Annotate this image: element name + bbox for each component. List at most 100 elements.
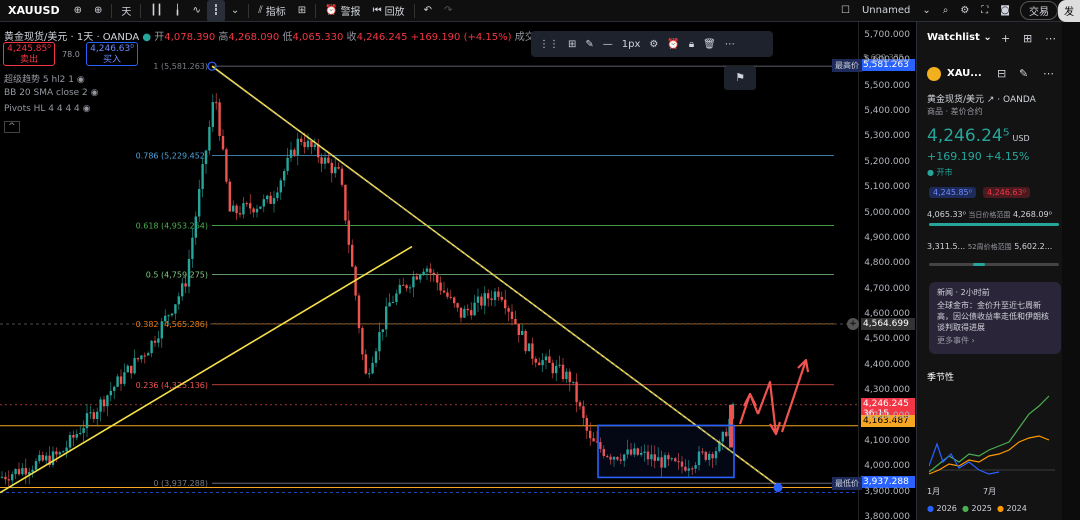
settings-icon[interactable]: ⚙ — [954, 0, 975, 22]
seasonal-series-line — [929, 395, 1050, 473]
divider — [248, 3, 250, 18]
candle-body — [177, 296, 180, 305]
add-symbol-icon[interactable]: ⊕ — [88, 0, 108, 22]
collapse-legend-button[interactable]: ^ — [4, 121, 20, 133]
more-icon[interactable]: ⋯ — [725, 39, 735, 50]
price-tick-label: 4,500.000 — [864, 334, 910, 345]
eye-icon[interactable]: ◉ — [77, 75, 85, 85]
news-more-link[interactable]: 更多事件 › — [937, 335, 1053, 346]
symbol-search[interactable]: XAUUSD — [0, 4, 68, 17]
candle-body — [429, 268, 432, 273]
price-tick-label: 4,300.000 — [864, 385, 910, 396]
watchlist-header[interactable]: Watchlist ⌄ — [927, 32, 992, 43]
candle-body — [130, 365, 133, 374]
candle-body — [170, 313, 174, 316]
fib-level-label: 0.786 (5,229.452) — [136, 151, 208, 160]
candle-body — [286, 157, 289, 171]
watchlist-title: Watchlist — [927, 32, 980, 43]
redo-icon[interactable]: ↷ — [438, 0, 458, 22]
chevron-down-icon[interactable]: ⌄ — [225, 0, 245, 22]
candle-body — [558, 364, 561, 366]
candle-body — [337, 167, 340, 169]
gold-logo-icon — [927, 67, 941, 81]
candle-body — [453, 297, 456, 304]
chart-area[interactable]: 1 (5,581.263) 0.786 (5,229.452) 0.618 (4,9… — [0, 22, 858, 520]
settings-icon[interactable]: ⚙ — [649, 39, 658, 50]
name-text[interactable]: 黄金现货/美元 — [927, 95, 984, 105]
edit-icon[interactable]: ✎ — [1019, 67, 1028, 80]
candle-body — [11, 474, 14, 481]
template-icon[interactable]: ⊞ — [568, 39, 576, 50]
drag-handle-icon[interactable]: ⋮⋮ — [539, 39, 559, 50]
bid-badge[interactable]: 4,245.85⁰ — [929, 187, 976, 198]
camera-icon[interactable]: ◙ — [994, 0, 1016, 22]
line-width-icon[interactable]: — — [603, 39, 613, 50]
price-tick-label: 4,700.000 — [864, 283, 910, 294]
seasonal-chart[interactable] — [929, 384, 1055, 484]
candle-body — [439, 282, 442, 291]
chevron-down-icon[interactable]: ⌄ — [916, 0, 936, 22]
bar-style-icon[interactable]: ┃┃ — [144, 0, 168, 22]
top-toolbar: XAUUSD ⊕ ⊕ 天 ┃┃ ╽ ∿ ┇ ⌄ ⫽ 指标 ⊞ ⏰ 警报 ⏮ 回放 ↶ … — [0, 0, 1080, 22]
ask-badge[interactable]: 4,246.63⁰ — [983, 187, 1030, 198]
candle-body — [524, 331, 527, 352]
publish-button[interactable]: 发 — [1058, 0, 1080, 22]
crosshair-price-label: 4,564.699 — [861, 318, 915, 330]
undo-icon[interactable]: ↶ — [418, 0, 438, 22]
eye-icon[interactable]: ◉ — [91, 88, 99, 98]
news-card[interactable]: 新闻 · 2小时前 全球金市：金价升至近七周新高，因公债收益率走低和伊朗核谈判取… — [929, 282, 1061, 354]
indicator-supertrend[interactable]: 超级趋势 5 hl2 1 ◉ — [4, 72, 85, 85]
templates-icon[interactable]: ⊞ — [292, 0, 312, 22]
grid-icon[interactable]: ⊟ — [997, 67, 1006, 80]
candle-body — [487, 293, 490, 299]
change-value: +169.190 (+4.15%) — [410, 32, 512, 43]
candle-body — [589, 430, 592, 439]
trade-button[interactable]: 交易 — [1020, 1, 1058, 20]
fullscreen-icon[interactable]: ⛶ — [975, 0, 994, 22]
candle-style-icon[interactable]: ╽ — [168, 0, 186, 22]
interval-select[interactable]: 天 — [115, 0, 137, 22]
more-icon[interactable]: ⋯ — [1045, 32, 1056, 45]
seasonal-legend: ● 2026 ● 2025 ● 2024 — [927, 504, 1067, 513]
alert-button[interactable]: ⏰ 警报 — [319, 0, 366, 22]
add-icon[interactable]: + — [1001, 32, 1010, 45]
price-chart[interactable]: 1 (5,581.263) 0.786 (5,229.452) 0.618 (4,9… — [0, 22, 858, 520]
candle-body — [334, 167, 337, 174]
add-alert-plus-icon[interactable]: + — [847, 318, 859, 330]
line-style-icon[interactable]: ∿ — [186, 0, 206, 22]
candle-body — [476, 296, 480, 303]
indicator-bb[interactable]: BB 20 SMA close 2 ◉ — [4, 88, 99, 98]
lock-icon[interactable]: 🔒︎ — [689, 39, 694, 50]
trash-icon[interactable]: 🗑︎ — [703, 39, 716, 50]
candlestick-icon[interactable]: ┇ — [206, 0, 225, 22]
candle-body — [75, 434, 78, 438]
candle-body — [55, 451, 58, 455]
fib-level-label: 0 (3,937.288) — [153, 479, 208, 488]
layout-checkbox-icon[interactable]: ☐ — [835, 0, 856, 22]
more-icon[interactable]: ⋯ — [1043, 67, 1054, 80]
pencil-icon[interactable]: ✎ — [585, 39, 593, 50]
indicators-button[interactable]: ⫽ 指标 — [252, 0, 291, 22]
price-axis[interactable]: 5,581.263 5,620.335 4,564.699 4,246.245 … — [858, 22, 916, 520]
flag-icon[interactable]: ⚑ — [724, 66, 756, 90]
last-price-value: 4,246.245 — [863, 399, 909, 409]
indicator-pivots[interactable]: Pivots HL 4 4 4 4 ◉ — [4, 104, 91, 114]
table-icon[interactable]: ⊞ — [1023, 32, 1032, 45]
panel-symbol[interactable]: XAU... — [947, 68, 982, 79]
buy-button[interactable]: 4,246.63⁰ 买入 — [86, 42, 138, 66]
price-tick-label: 4,200.000 — [864, 410, 910, 421]
candle-body — [541, 360, 544, 366]
search-icon[interactable]: ⌕ — [937, 0, 955, 22]
replay-button[interactable]: ⏮ 回放 — [367, 0, 411, 22]
sell-button[interactable]: 4,245.85⁰ 卖出 — [3, 42, 55, 66]
compare-icon[interactable]: ⊕ — [68, 0, 88, 22]
candle-body — [517, 323, 520, 336]
layout-name[interactable]: Unnamed — [856, 0, 916, 22]
candle-body — [96, 411, 99, 419]
fib-level-label: 0.236 (4,325.136) — [136, 381, 208, 390]
candle-body — [38, 455, 41, 462]
alert-add-icon[interactable]: ⏰ — [667, 39, 679, 50]
eye-icon[interactable]: ◉ — [83, 104, 91, 114]
line-width-label[interactable]: 1px — [622, 39, 641, 50]
week-low: 3,311.5... — [927, 242, 966, 251]
